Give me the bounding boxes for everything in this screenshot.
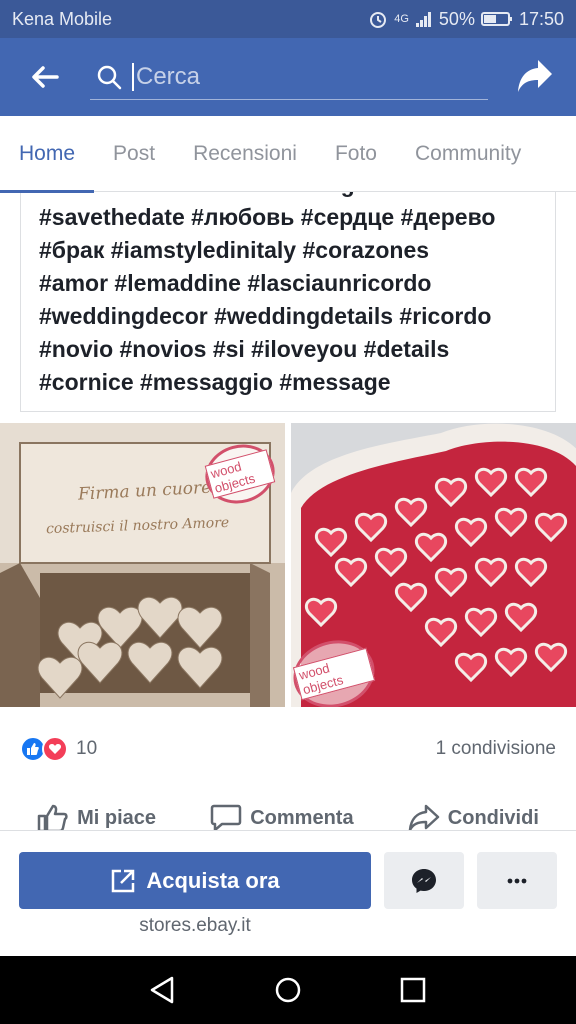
post-text-line: #брак #iamstyledinitaly #corazones (39, 237, 430, 263)
signal-icon (415, 12, 431, 27)
thumbs-up-icon (37, 804, 68, 830)
more-dots-icon (507, 878, 527, 883)
share-arrow-icon (408, 804, 440, 830)
stamp-label: wood objects (292, 647, 376, 701)
messenger-icon (412, 868, 436, 893)
alarm-icon (370, 12, 387, 28)
buy-now-button[interactable]: Acquista ora (19, 852, 371, 909)
tab-post[interactable]: Post (94, 116, 174, 192)
network-type: 4G (394, 13, 409, 25)
more-options-button[interactable] (477, 852, 557, 909)
comment-button[interactable]: Commenta (210, 804, 354, 830)
love-reaction-icon (42, 736, 68, 762)
tab-recensioni[interactable]: Recensioni (174, 116, 316, 192)
nav-home-icon[interactable] (273, 975, 303, 1005)
share-page-button[interactable] (516, 58, 554, 99)
photo-wooden-box[interactable]: Firma un cuore, costruisci il nostro Amo… (0, 423, 285, 707)
battery-icon (480, 12, 512, 26)
status-bar: Kena Mobile 4G 50% 17:50 (0, 0, 576, 38)
share-button[interactable]: Condividi (408, 804, 539, 830)
post-text-line: #savethedate #любовь #сердце #дерево (39, 204, 496, 230)
post-actions: Mi piace Commenta Condividi (0, 796, 576, 830)
clock: 17:50 (518, 8, 564, 29)
stamp-label: wood objects (204, 449, 276, 499)
nav-back-icon[interactable] (148, 975, 178, 1005)
carrier-name: Kena Mobile (12, 8, 113, 29)
buy-now-label: Acquista ora (146, 867, 280, 893)
back-arrow-icon (32, 66, 59, 88)
post-text: #love #matrimonio #wedding #savethedate … (39, 192, 549, 399)
battery-percent: 50% (438, 8, 475, 29)
post-text-line: #cornice #messaggio #message (39, 369, 391, 395)
like-label: Mi piace (77, 806, 157, 829)
reaction-icons[interactable] (20, 736, 68, 762)
page-tabs: Home Post Recensioni Foto Community (0, 116, 576, 193)
share-label: Condividi (447, 806, 539, 829)
tab-community[interactable]: Community (396, 116, 540, 192)
status-icons: 4G 50% 17:50 (368, 9, 564, 30)
search-input[interactable] (132, 62, 472, 91)
share-icon (518, 60, 552, 92)
android-nav-bar (0, 956, 576, 1024)
call-to-action-bar: Acquista ora stores.ebay.it (0, 830, 576, 956)
search-icon (97, 65, 122, 89)
reaction-count[interactable]: 10 (76, 738, 436, 760)
screen: Kena Mobile 4G 50% 17:50 Home Post Recen… (0, 0, 576, 1024)
reactions-bar: 10 1 condivisione (0, 727, 576, 771)
post-text-line: #weddingdecor #weddingdetails #ricordo (39, 303, 492, 329)
comment-icon (210, 804, 242, 830)
like-button[interactable]: Mi piace (37, 804, 156, 830)
share-count[interactable]: 1 condivisione (436, 738, 556, 760)
app-header (0, 38, 576, 116)
post-text-line: #amor #lemaddine #lasciaunricordo (39, 270, 432, 296)
photo-heart-tray[interactable]: wood objects (291, 423, 576, 707)
tab-foto[interactable]: Foto (316, 116, 396, 192)
feed: #love #matrimonio #wedding #savethedate … (0, 192, 576, 830)
post-card: #love #matrimonio #wedding #savethedate … (0, 192, 576, 830)
post-photos: Firma un cuore, costruisci il nostro Amo… (0, 423, 576, 707)
store-url[interactable]: stores.ebay.it (0, 915, 390, 937)
external-link-icon (112, 869, 135, 892)
back-button[interactable] (0, 38, 90, 116)
tab-home[interactable]: Home (0, 116, 95, 193)
post-text-line: #novio #novios #si #iloveyou #details (39, 336, 450, 362)
messenger-button[interactable] (384, 852, 464, 909)
comment-label: Commenta (250, 806, 354, 829)
nav-recents-icon[interactable] (398, 975, 428, 1005)
search-bar[interactable] (90, 54, 488, 100)
post-text-line: #love #matrimonio #wedding (39, 192, 549, 201)
